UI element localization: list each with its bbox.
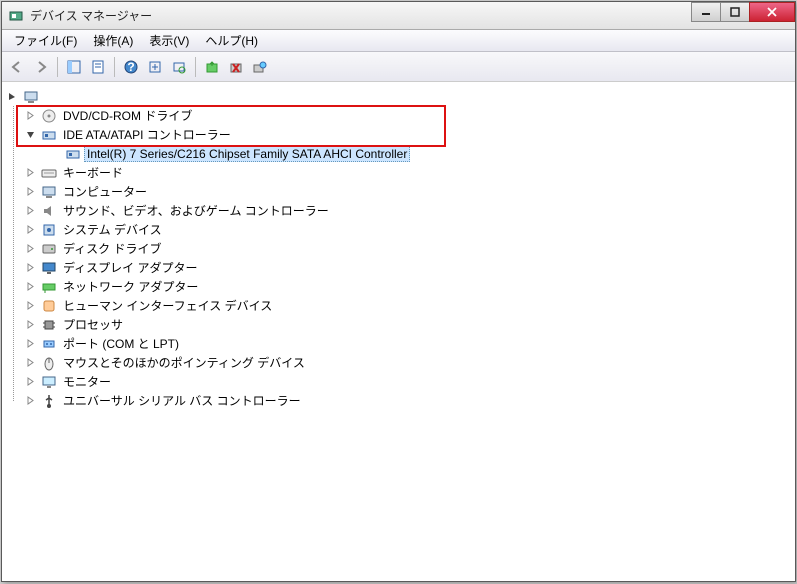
menu-action[interactable]: 操作(A) — [85, 30, 141, 51]
tree-category[interactable]: ヒューマン インターフェイス デバイス — [22, 296, 793, 315]
update-driver-button[interactable] — [201, 56, 223, 78]
tree-category-label[interactable]: モニター — [60, 372, 114, 391]
controller-icon — [41, 127, 57, 143]
menu-view[interactable]: 表示(V) — [141, 30, 197, 51]
network-icon — [41, 279, 57, 295]
expander-closed-icon[interactable] — [24, 224, 36, 236]
tree-category[interactable]: システム デバイス — [22, 220, 793, 239]
expander-closed-icon[interactable] — [24, 205, 36, 217]
computer-root-icon — [23, 89, 39, 105]
port-icon — [41, 336, 57, 352]
maximize-button[interactable] — [720, 2, 750, 22]
device-manager-window: デバイス マネージャー ファイル(F) 操作(A) 表示(V) ヘルプ(H) ? — [1, 1, 796, 582]
toolbar-separator — [195, 57, 196, 77]
tree-category-label[interactable]: システム デバイス — [60, 220, 165, 239]
expander-closed-icon[interactable] — [24, 300, 36, 312]
toolbar-separator — [57, 57, 58, 77]
back-button[interactable] — [6, 56, 28, 78]
help-button[interactable]: ? — [120, 56, 142, 78]
tree-root-node[interactable] — [4, 87, 793, 106]
sound-icon — [41, 203, 57, 219]
expander-closed-icon[interactable] — [24, 186, 36, 198]
tree-category[interactable]: DVD/CD-ROM ドライブ — [22, 106, 793, 125]
tree-category-label[interactable]: ネットワーク アダプター — [60, 277, 201, 296]
tree-category[interactable]: コンピューター — [22, 182, 793, 201]
action-button[interactable] — [144, 56, 166, 78]
expander-closed-icon[interactable] — [24, 357, 36, 369]
tree-category[interactable]: ネットワーク アダプター — [22, 277, 793, 296]
uninstall-button[interactable] — [225, 56, 247, 78]
minimize-button[interactable] — [691, 2, 721, 22]
forward-button[interactable] — [30, 56, 52, 78]
tree-category-label[interactable]: ディスク ドライブ — [60, 239, 165, 258]
tree-category-label[interactable]: キーボード — [60, 163, 126, 182]
display-icon — [41, 260, 57, 276]
tree-category-label[interactable]: ヒューマン インターフェイス デバイス — [60, 296, 275, 315]
svg-text:?: ? — [127, 60, 134, 74]
tree-device-label[interactable]: Intel(R) 7 Series/C216 Chipset Family SA… — [84, 146, 410, 162]
menu-file[interactable]: ファイル(F) — [6, 30, 85, 51]
usb-icon — [41, 393, 57, 409]
window-controls — [692, 2, 795, 22]
tree-category-label[interactable]: マウスとそのほかのポインティング デバイス — [60, 353, 308, 372]
disk-icon — [41, 241, 57, 257]
expander-closed-icon[interactable] — [24, 338, 36, 350]
tree-category-label[interactable]: ポート (COM と LPT) — [60, 334, 182, 353]
window-title: デバイス マネージャー — [30, 7, 692, 24]
expander-closed-icon[interactable] — [24, 110, 36, 122]
expander-open-icon[interactable] — [24, 129, 36, 141]
expander-closed-icon[interactable] — [24, 319, 36, 331]
expander-closed-icon[interactable] — [24, 167, 36, 179]
titlebar: デバイス マネージャー — [2, 2, 795, 30]
tree-category-label[interactable]: DVD/CD-ROM ドライブ — [60, 106, 195, 125]
close-button[interactable] — [749, 2, 795, 22]
tree-category[interactable]: マウスとそのほかのポインティング デバイス — [22, 353, 793, 372]
expander-closed-icon[interactable] — [24, 395, 36, 407]
tree-category[interactable]: モニター — [22, 372, 793, 391]
expander-closed-icon[interactable] — [24, 281, 36, 293]
menubar: ファイル(F) 操作(A) 表示(V) ヘルプ(H) — [2, 30, 795, 52]
disc-icon — [41, 108, 57, 124]
toolbar-separator — [114, 57, 115, 77]
tree-category[interactable]: プロセッサ — [22, 315, 793, 334]
controller-icon — [65, 146, 81, 162]
tree-category[interactable]: ディスク ドライブ — [22, 239, 793, 258]
toolbar: ? — [2, 52, 795, 82]
tree-category[interactable]: ユニバーサル シリアル バス コントローラー — [22, 391, 793, 410]
cpu-icon — [41, 317, 57, 333]
app-icon — [8, 8, 24, 24]
hid-icon — [41, 298, 57, 314]
properties-button[interactable] — [87, 56, 109, 78]
mouse-icon — [41, 355, 57, 371]
tree-category[interactable]: ポート (COM と LPT) — [22, 334, 793, 353]
tree-category[interactable]: サウンド、ビデオ、およびゲーム コントローラー — [22, 201, 793, 220]
tree-category-label[interactable]: IDE ATA/ATAPI コントローラー — [60, 125, 234, 144]
scan-hardware-button[interactable] — [249, 56, 271, 78]
scan-button[interactable] — [168, 56, 190, 78]
monitor-icon — [41, 374, 57, 390]
system-icon — [41, 222, 57, 238]
expander-open-icon[interactable] — [6, 91, 18, 103]
expander-closed-icon[interactable] — [24, 376, 36, 388]
device-tree[interactable]: DVD/CD-ROM ドライブIDE ATA/ATAPI コントローラー Inte… — [2, 82, 795, 581]
tree-category-label[interactable]: サウンド、ビデオ、およびゲーム コントローラー — [60, 201, 332, 220]
tree-category-label[interactable]: コンピューター — [60, 182, 150, 201]
tree-category-label[interactable]: ユニバーサル シリアル バス コントローラー — [60, 391, 304, 410]
tree-category-label[interactable]: ディスプレイ アダプター — [60, 258, 201, 277]
tree-device[interactable]: Intel(R) 7 Series/C216 Chipset Family SA… — [60, 144, 793, 163]
expander-closed-icon[interactable] — [24, 243, 36, 255]
computer-icon — [41, 184, 57, 200]
expander-closed-icon[interactable] — [24, 262, 36, 274]
tree-category-label[interactable]: プロセッサ — [60, 315, 126, 334]
tree-category[interactable]: ディスプレイ アダプター — [22, 258, 793, 277]
show-hide-tree-button[interactable] — [63, 56, 85, 78]
tree-category[interactable]: IDE ATA/ATAPI コントローラー — [22, 125, 793, 144]
tree-category[interactable]: キーボード — [22, 163, 793, 182]
menu-help[interactable]: ヘルプ(H) — [197, 30, 266, 51]
keyboard-icon — [41, 165, 57, 181]
